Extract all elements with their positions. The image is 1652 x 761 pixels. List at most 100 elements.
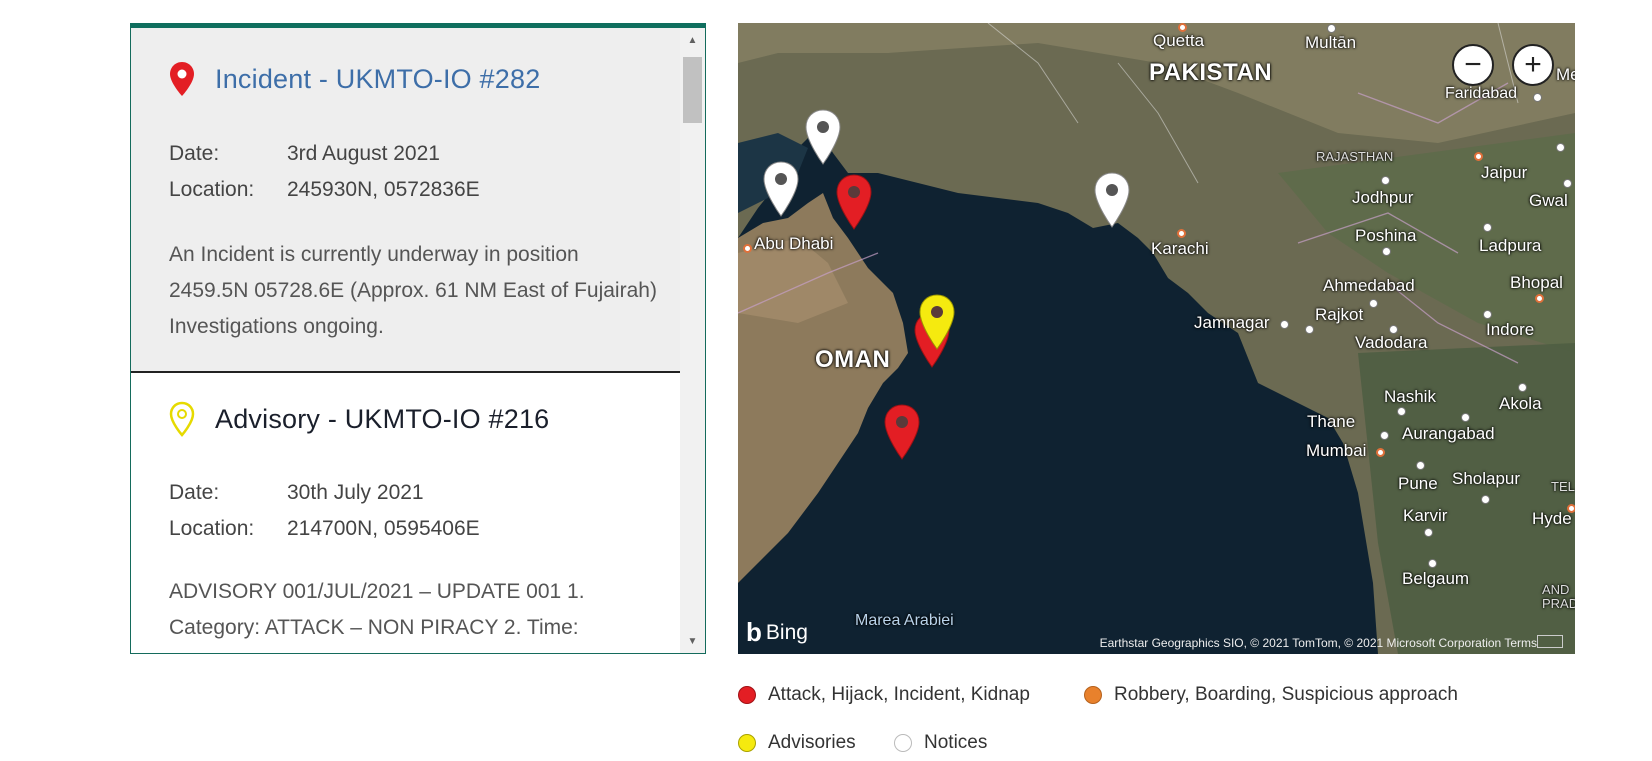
city-dot: [1416, 461, 1425, 470]
map-label: Jodhpur: [1352, 188, 1414, 207]
incident-description: ADVISORY 001/JUL/2021 – UPDATE 001 1. Ca…: [169, 580, 585, 639]
legend-dot-red: [738, 686, 756, 704]
map-label: Indore: [1486, 320, 1535, 339]
map-label: Ladpura: [1479, 236, 1542, 255]
city-dot: [1178, 23, 1187, 32]
legend-label: Attack, Hijack, Incident, Kidnap: [768, 684, 1030, 705]
map-label: Karvir: [1403, 506, 1448, 525]
city-dot: [1376, 448, 1385, 457]
map-label: Akola: [1499, 394, 1542, 413]
city-dot: [1563, 179, 1572, 188]
city-dot: [1533, 93, 1542, 102]
legend-dot-orange: [1084, 686, 1102, 704]
notice-marker-icon[interactable]: [1093, 171, 1131, 229]
city-dot: [1461, 413, 1470, 422]
map-label: Sholapur: [1452, 469, 1521, 488]
map-view[interactable]: Quetta Multān PAKISTAN Faridabad RAJASTH…: [738, 23, 1575, 654]
city-dot: [1474, 152, 1483, 161]
map-label: PAKISTAN: [1149, 59, 1273, 86]
map-label: PRAD: [1542, 596, 1575, 611]
map-label: Faridabad: [1445, 85, 1518, 102]
scroll-thumb[interactable]: [683, 57, 702, 123]
legend-item-robbery: Robbery, Boarding, Suspicious approach: [1084, 684, 1458, 706]
scroll-up-arrow-icon[interactable]: ▲: [680, 30, 705, 50]
bing-b-icon: b: [746, 617, 762, 647]
map-label: Hyde: [1532, 509, 1572, 528]
scrollbar[interactable]: ▲ ▼: [680, 28, 705, 653]
map-label: Quetta: [1153, 31, 1205, 50]
map-pin-icon: [170, 62, 194, 96]
map-copyright[interactable]: Earthstar Geographics SIO, © 2021 TomTom…: [1100, 636, 1537, 650]
notice-marker-icon[interactable]: [762, 160, 800, 218]
city-dot: [1428, 559, 1437, 568]
date-value: 30th July 2021: [287, 481, 424, 504]
zoom-out-button[interactable]: −: [1452, 44, 1494, 86]
legend-dot-yellow: [738, 734, 756, 752]
city-dot: [1481, 495, 1490, 504]
attack-marker-icon[interactable]: [883, 403, 921, 461]
map-label: TEL: [1551, 479, 1575, 494]
legend-item-advisories: Advisories: [738, 732, 856, 754]
map-label: Rajkot: [1315, 305, 1364, 324]
city-dot: [1518, 383, 1527, 392]
legend-label: Robbery, Boarding, Suspicious approach: [1114, 684, 1458, 705]
map-pin-outline-icon: [169, 401, 195, 437]
map-label: Poshina: [1355, 226, 1417, 245]
city-dot: [1177, 229, 1186, 238]
city-dot: [1327, 24, 1336, 33]
legend-dot-white: [894, 734, 912, 752]
bing-logo: b Bing: [746, 617, 808, 648]
map-label: Ahmedabad: [1323, 276, 1415, 295]
incident-card[interactable]: Advisory - UKMTO-IO #216 Date: 30th July …: [131, 373, 680, 653]
city-dot: [1369, 299, 1378, 308]
incident-card-title[interactable]: Advisory - UKMTO-IO #216: [169, 401, 549, 437]
location-label: Location:: [169, 178, 255, 201]
notice-marker-icon[interactable]: [804, 108, 842, 166]
city-dot: [1424, 528, 1433, 537]
city-dot: [1483, 223, 1492, 232]
map-label: Pune: [1398, 474, 1438, 493]
incident-card[interactable]: Incident - UKMTO-IO #282 Date: 3rd August…: [131, 28, 680, 373]
zoom-in-button[interactable]: +: [1512, 44, 1554, 86]
map-label: Jamnagar: [1194, 313, 1270, 332]
map-label: Nashik: [1384, 387, 1436, 406]
map-label: AND: [1542, 582, 1570, 597]
map-label: Mumbai: [1306, 441, 1367, 460]
location-label: Location:: [169, 517, 255, 540]
bing-text: Bing: [765, 620, 808, 644]
map-label: Aurangabad: [1402, 424, 1495, 443]
map-label: OMAN: [815, 346, 891, 373]
map-label: Jaipur: [1481, 163, 1528, 182]
scroll-down-arrow-icon[interactable]: ▼: [680, 631, 705, 651]
city-dot: [1280, 320, 1289, 329]
date-label: Date:: [169, 481, 220, 504]
city-dot: [1389, 325, 1398, 334]
map-label: Thane: [1307, 412, 1356, 431]
incident-list-panel[interactable]: Incident - UKMTO-IO #282 Date: 3rd August…: [130, 23, 706, 654]
city-dot: [1483, 310, 1492, 319]
attack-marker-icon[interactable]: [835, 173, 873, 231]
advisory-marker-icon[interactable]: [918, 293, 956, 351]
map-label: Me: [1556, 65, 1575, 84]
incident-title[interactable]: Advisory - UKMTO-IO #216: [215, 404, 549, 435]
city-dot: [1305, 325, 1314, 334]
city-dot: [1567, 504, 1575, 513]
location-value: 245930N, 0572836E: [287, 178, 480, 201]
map-label: Bhopal: [1510, 273, 1563, 292]
map-label: Belgaum: [1402, 569, 1470, 588]
map-label: Vadodara: [1355, 333, 1428, 352]
city-dot: [1397, 407, 1406, 416]
incident-meta: Date: 30th July 2021 Location: 214700N, 05…: [169, 475, 480, 547]
legend-item-notices: Notices: [894, 732, 987, 754]
incident-card-title[interactable]: Incident - UKMTO-IO #282: [169, 61, 540, 97]
map-label: RAJASTHAN: [1316, 149, 1394, 164]
terms-toggle[interactable]: [1537, 635, 1563, 648]
date-label: Date:: [169, 142, 220, 165]
incident-description: An Incident is currently underway in pos…: [169, 243, 657, 338]
city-dot: [743, 244, 752, 253]
city-dot: [1381, 176, 1390, 185]
city-dot: [1382, 247, 1391, 256]
incident-title[interactable]: Incident - UKMTO-IO #282: [215, 64, 540, 95]
incident-list[interactable]: Incident - UKMTO-IO #282 Date: 3rd August…: [131, 28, 680, 653]
map-label: Gwal: [1529, 191, 1568, 210]
